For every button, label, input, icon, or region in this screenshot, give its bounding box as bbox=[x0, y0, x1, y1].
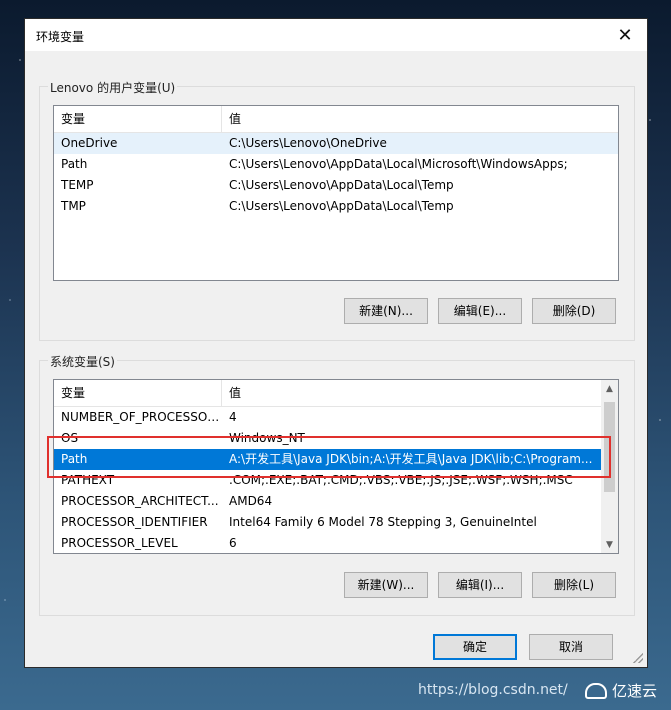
cancel-button[interactable]: 取消 bbox=[529, 634, 613, 660]
system-new-button[interactable]: 新建(W)... bbox=[344, 572, 428, 598]
variable-value: C:\Users\Lenovo\AppData\Local\Temp bbox=[229, 199, 454, 213]
system-edit-button[interactable]: 编辑(I)... bbox=[438, 572, 522, 598]
brand-text: 亿速云 bbox=[611, 682, 657, 700]
variable-value: Intel64 Family 6 Model 78 Stepping 3, Ge… bbox=[229, 515, 537, 529]
column-header-variable[interactable]: 变量 bbox=[54, 106, 222, 132]
variable-value: A:\开发工具\Java JDK\bin;A:\开发工具\Java JDK\li… bbox=[229, 452, 593, 466]
list-header: 变量 值 bbox=[54, 106, 618, 133]
variable-value: C:\Users\Lenovo\AppData\Local\Microsoft\… bbox=[229, 157, 568, 171]
variable-value: C:\Users\Lenovo\AppData\Local\Temp bbox=[229, 178, 454, 192]
rows-container: NUMBER_OF_PROCESSORS 4 OS Windows_NT Pat… bbox=[54, 407, 601, 553]
system-variables-list[interactable]: 变量 值 NUMBER_OF_PROCESSORS 4 OS Windows_N… bbox=[53, 379, 619, 554]
column-header-variable[interactable]: 变量 bbox=[54, 380, 222, 406]
variable-name: Path bbox=[61, 157, 88, 171]
list-item[interactable]: NUMBER_OF_PROCESSORS 4 bbox=[54, 407, 601, 428]
list-item[interactable]: PROCESSOR_LEVEL 6 bbox=[54, 533, 601, 553]
list-item[interactable]: PROCESSOR_ARCHITECT... AMD64 bbox=[54, 491, 601, 512]
list-item[interactable]: PROCESSOR_IDENTIFIER Intel64 Family 6 Mo… bbox=[54, 512, 601, 533]
variable-name: OS bbox=[61, 431, 79, 445]
variable-name: Path bbox=[61, 452, 88, 466]
user-variables-list[interactable]: 变量 值 OneDrive C:\Users\Lenovo\OneDrive P… bbox=[53, 105, 619, 281]
variable-name: TEMP bbox=[61, 178, 94, 192]
window-title: 环境变量 bbox=[36, 30, 85, 44]
scroll-down-icon[interactable]: ▼ bbox=[601, 536, 618, 553]
scroll-thumb[interactable] bbox=[604, 402, 615, 492]
brand-logo: 亿速云 bbox=[584, 680, 657, 701]
variable-value: 6 bbox=[229, 536, 237, 550]
system-delete-button[interactable]: 删除(L) bbox=[532, 572, 616, 598]
title-bar: 环境变量 ✕ bbox=[25, 19, 647, 51]
scroll-up-icon[interactable]: ▲ bbox=[601, 380, 618, 397]
system-variables-group: 系统变量(S) 变量 值 NUMBER_OF_PROCESSORS 4 OS W… bbox=[39, 353, 635, 616]
list-item[interactable]: TEMP C:\Users\Lenovo\AppData\Local\Temp bbox=[54, 175, 618, 196]
column-header-value[interactable]: 值 bbox=[222, 106, 618, 132]
system-variables-label: 系统变量(S) bbox=[48, 353, 117, 370]
user-edit-button[interactable]: 编辑(E)... bbox=[438, 298, 522, 324]
variable-name: PROCESSOR_IDENTIFIER bbox=[61, 515, 208, 529]
variable-value: 4 bbox=[229, 410, 237, 424]
list-item[interactable]: TMP C:\Users\Lenovo\AppData\Local\Temp bbox=[54, 196, 618, 217]
list-header: 变量 值 bbox=[54, 380, 601, 407]
user-variables-label: Lenovo 的用户变量(U) bbox=[48, 79, 178, 96]
variable-value: C:\Users\Lenovo\OneDrive bbox=[229, 136, 387, 150]
list-item[interactable]: Path C:\Users\Lenovo\AppData\Local\Micro… bbox=[54, 154, 618, 175]
user-variables-group: Lenovo 的用户变量(U) 变量 值 OneDrive C:\Users\L… bbox=[39, 79, 635, 341]
cloud-logo-icon bbox=[584, 682, 607, 699]
variable-name: TMP bbox=[61, 199, 86, 213]
list-item[interactable]: OS Windows_NT bbox=[54, 428, 601, 449]
list-item-selected[interactable]: Path A:\开发工具\Java JDK\bin;A:\开发工具\Java J… bbox=[54, 449, 601, 470]
user-new-button[interactable]: 新建(N)... bbox=[344, 298, 428, 324]
resize-grip-icon[interactable] bbox=[633, 653, 643, 663]
watermark-text: https://blog.csdn.net/ bbox=[418, 682, 568, 698]
ok-button[interactable]: 确定 bbox=[433, 634, 517, 660]
list-item[interactable]: PATHEXT .COM;.EXE;.BAT;.CMD;.VBS;.VBE;.J… bbox=[54, 470, 601, 491]
list-item[interactable]: OneDrive C:\Users\Lenovo\OneDrive bbox=[54, 133, 618, 154]
vertical-scrollbar[interactable]: ▲ ▼ bbox=[601, 380, 618, 553]
environment-variables-dialog: 环境变量 ✕ Lenovo 的用户变量(U) 变量 值 OneDrive C:\… bbox=[24, 18, 648, 668]
variable-name: NUMBER_OF_PROCESSORS bbox=[61, 410, 222, 424]
variable-name: OneDrive bbox=[61, 136, 118, 150]
close-icon[interactable]: ✕ bbox=[603, 19, 647, 51]
column-header-value[interactable]: 值 bbox=[222, 380, 601, 406]
variable-value: AMD64 bbox=[229, 494, 273, 508]
user-delete-button[interactable]: 删除(D) bbox=[532, 298, 616, 324]
variable-name: PATHEXT bbox=[61, 473, 115, 487]
variable-value: Windows_NT bbox=[229, 431, 305, 445]
variable-name: PROCESSOR_ARCHITECT... bbox=[61, 494, 219, 508]
variable-value: .COM;.EXE;.BAT;.CMD;.VBS;.VBE;.JS;.JSE;.… bbox=[229, 473, 573, 487]
variable-name: PROCESSOR_LEVEL bbox=[61, 536, 178, 550]
